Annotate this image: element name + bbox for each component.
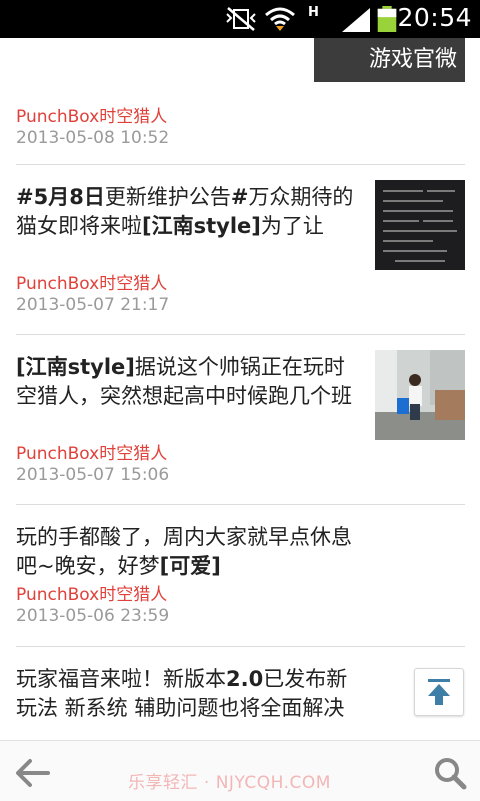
- text-segment: 为了让: [260, 214, 324, 238]
- text-segment: #5月8日: [16, 185, 105, 209]
- item-author[interactable]: PunchBox时空猎人: [16, 102, 167, 127]
- watermark-text: 乐享轻汇 · NJYCQH.COM: [128, 773, 331, 793]
- battery-icon: [377, 6, 397, 32]
- back-arrow-icon[interactable]: [12, 757, 52, 789]
- network-type-label: H: [308, 5, 319, 20]
- item-author[interactable]: PunchBox时空猎人: [16, 580, 167, 605]
- status-time: 20:54: [397, 3, 472, 32]
- scroll-to-top-button[interactable]: [414, 668, 464, 716]
- item-date: 2013-05-07 21:17: [16, 295, 170, 315]
- text-segment: 玩家福音来啦！新版本: [16, 667, 226, 691]
- text-segment: #: [230, 185, 249, 209]
- status-bar: H 20:54: [0, 0, 480, 38]
- dark-text-screenshot-thumbnail[interactable]: [375, 180, 465, 270]
- page-title: 游戏官微: [314, 38, 465, 82]
- weibo-feed[interactable]: PunchBox时空猎人 2013-05-08 10:52 #5月8日更新维护公…: [0, 38, 480, 740]
- divider: [16, 164, 465, 165]
- wifi-icon: [265, 7, 295, 31]
- person-in-room-photo-thumbnail[interactable]: [375, 350, 465, 440]
- search-icon[interactable]: [432, 755, 468, 791]
- item-text: [江南style]据说这个帅锅正在玩时空猎人，突然想起高中时候跑几个班: [16, 353, 361, 411]
- item-author[interactable]: PunchBox时空猎人: [16, 269, 167, 294]
- divider: [16, 334, 465, 335]
- item-text: #5月8日更新维护公告#万众期待的猫女即将来啦[江南style]为了让: [16, 183, 361, 241]
- text-segment: [江南style]: [142, 214, 261, 238]
- item-text: 玩的手都酸了，周内大家就早点休息吧~晚安，好梦[可爱]: [16, 523, 366, 581]
- text-segment: [可爱]: [159, 554, 221, 578]
- text-segment: 更新维护公告: [104, 185, 231, 209]
- item-text: 玩家福音来啦！新版本2.0已发布新玩法 新系统 辅助问题也将全面解决: [16, 665, 366, 723]
- item-date: 2013-05-08 10:52: [16, 128, 170, 148]
- text-segment: 2.0: [226, 667, 264, 691]
- item-date: 2013-05-06 23:59: [16, 606, 170, 626]
- divider: [16, 646, 465, 647]
- item-date: 2013-05-07 15:06: [16, 465, 170, 485]
- signal-icon: [342, 8, 370, 32]
- divider: [16, 504, 465, 505]
- vibrate-mute-icon: [226, 7, 256, 31]
- text-segment: [江南style]: [16, 355, 135, 379]
- bottom-toolbar: 乐享轻汇 · NJYCQH.COM: [0, 740, 480, 801]
- arrow-up-to-top-icon: [428, 679, 450, 705]
- item-author[interactable]: PunchBox时空猎人: [16, 439, 167, 464]
